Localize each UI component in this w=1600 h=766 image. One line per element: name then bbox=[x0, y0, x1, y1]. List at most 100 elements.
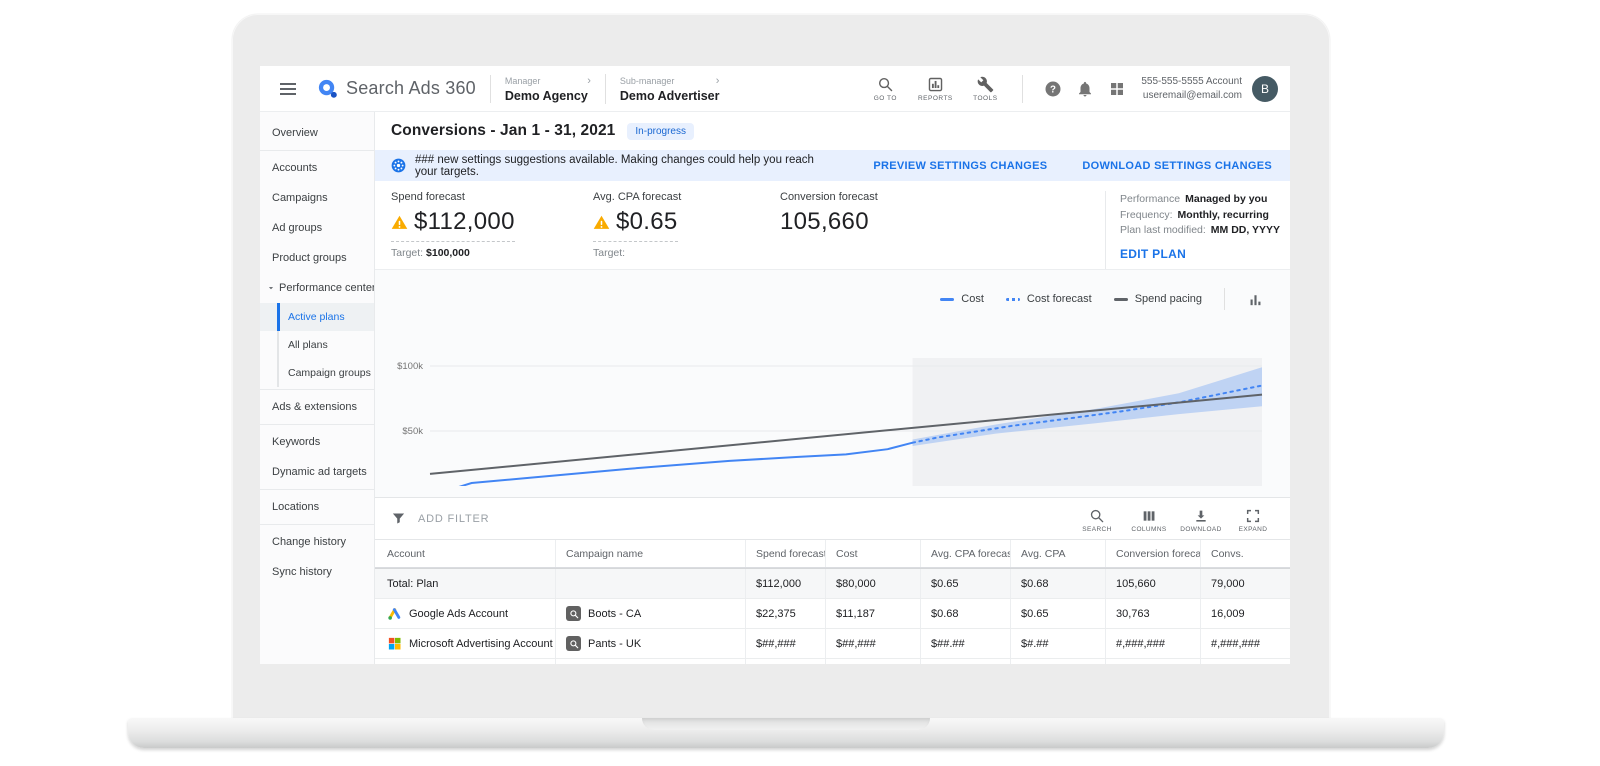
column-header-avg-cpa-forecast[interactable]: Avg. CPA forecast bbox=[920, 540, 1010, 567]
column-header-campaign-name[interactable]: Campaign name bbox=[555, 540, 745, 567]
sidebar-item-label: All plans bbox=[288, 339, 328, 351]
sidebar-item-label: Ad groups bbox=[272, 222, 322, 234]
help-button[interactable]: ? bbox=[1037, 73, 1069, 105]
sidebar-item-change-history[interactable]: Change history bbox=[260, 527, 374, 557]
table-tool-search[interactable]: SEARCH bbox=[1074, 504, 1120, 533]
column-header-avg-cpa[interactable]: Avg. CPA bbox=[1010, 540, 1105, 567]
sidebar-item-dynamic-ad-targets[interactable]: Dynamic ad targets bbox=[260, 457, 374, 487]
account-email: useremail@email.com bbox=[1141, 89, 1242, 103]
sidebar-item-sync-history[interactable]: Sync history bbox=[260, 557, 374, 587]
sidebar-item-all-plans[interactable]: All plans bbox=[260, 331, 374, 359]
preview-settings-changes-link[interactable]: PREVIEW SETTINGS CHANGES bbox=[873, 160, 1047, 172]
sidebar-divider bbox=[260, 489, 374, 490]
notifications-button[interactable] bbox=[1069, 73, 1101, 105]
app-title: Search Ads 360 bbox=[346, 78, 476, 99]
breadcrumb-sub-manager[interactable]: Sub-manager› Demo Advertiser bbox=[620, 75, 720, 103]
column-header-spend-forecast[interactable]: Spend forecast bbox=[745, 540, 825, 567]
campaign-cell[interactable] bbox=[555, 569, 745, 598]
sidebar-item-overview[interactable]: Overview bbox=[260, 118, 374, 148]
legend-item-cost[interactable]: Cost bbox=[940, 293, 984, 305]
sidebar-item-label: Campaign groups bbox=[288, 367, 371, 379]
download-settings-changes-link[interactable]: DOWNLOAD SETTINGS CHANGES bbox=[1082, 160, 1272, 172]
apps-grid-button[interactable] bbox=[1101, 73, 1133, 105]
metric-avg-cpa-forecast: Avg. CPA forecast$0.65Target: bbox=[593, 191, 780, 269]
sidebar-item-ads-extensions[interactable]: Ads & extensions bbox=[260, 392, 374, 422]
expand-icon bbox=[1245, 508, 1261, 524]
legend-item-spend-pacing[interactable]: Spend pacing bbox=[1114, 293, 1202, 305]
sidebar-item-accounts[interactable]: Accounts bbox=[260, 153, 374, 183]
sidebar-item-locations[interactable]: Locations bbox=[260, 492, 374, 522]
legend-item-cost-forecast[interactable]: Cost forecast bbox=[1006, 293, 1092, 305]
divider bbox=[490, 75, 491, 103]
value-cell: $##,### bbox=[745, 629, 825, 658]
value-cell: 30,763 bbox=[1105, 599, 1200, 628]
table-row: Google Ads AccountBoots - CA$22,375$11,1… bbox=[375, 599, 1290, 629]
table-tools: SEARCHCOLUMNSDOWNLOADEXPAND bbox=[1074, 504, 1276, 533]
table-tool-columns[interactable]: COLUMNS bbox=[1126, 504, 1172, 533]
avatar[interactable]: B bbox=[1252, 76, 1278, 102]
edit-plan-link[interactable]: EDIT PLAN bbox=[1120, 247, 1186, 261]
campaign-cell[interactable]: Boots - CA bbox=[555, 599, 745, 628]
laptop-base-notch bbox=[642, 718, 930, 730]
sidebar-item-active-plans[interactable]: Active plans bbox=[260, 303, 374, 331]
chart-legend: Cost Cost forecast Spend pacing bbox=[940, 288, 1264, 310]
value-cell: 79,000 bbox=[1200, 569, 1290, 598]
value-cell: $80,000 bbox=[825, 569, 920, 598]
metric-label: Conversion forecast bbox=[780, 191, 1105, 203]
value-cell: $##.## bbox=[920, 629, 1010, 658]
plan-info-label: Frequency: bbox=[1120, 209, 1173, 221]
main-content: Conversions - Jan 1 - 31, 2021 In-progre… bbox=[375, 112, 1290, 664]
value-cell: $0.68 bbox=[1010, 569, 1105, 598]
account-cell[interactable]: Total: Plan bbox=[375, 569, 555, 598]
chart-type-button[interactable] bbox=[1247, 291, 1264, 308]
column-header-conversion-forecast[interactable]: Conversion forecast bbox=[1105, 540, 1200, 567]
column-header-cost[interactable]: Cost bbox=[825, 540, 920, 567]
table-tool-expand[interactable]: EXPAND bbox=[1230, 504, 1276, 533]
columns-icon bbox=[1141, 508, 1157, 524]
value-cell: 16,009 bbox=[1200, 599, 1290, 628]
value-cell: 105,660 bbox=[1105, 569, 1200, 598]
sidebar-item-campaign-groups[interactable]: Campaign groups bbox=[260, 359, 374, 387]
column-header-convs-[interactable]: Convs. bbox=[1200, 540, 1290, 567]
campaign-cell[interactable]: Boots - AU bbox=[555, 659, 745, 664]
header-nav-label: REPORTS bbox=[918, 95, 953, 102]
header-nav-go-to[interactable]: GO TO bbox=[862, 76, 908, 102]
metric-value-text: $112,000 bbox=[414, 208, 515, 236]
account-info: 555-555-5555 Account useremail@email.com bbox=[1141, 75, 1242, 102]
sidebar-item-product-groups[interactable]: Product groups bbox=[260, 243, 374, 273]
metric-value-text: $0.65 bbox=[616, 208, 678, 236]
sidebar-divider bbox=[260, 524, 374, 525]
metric-label: Spend forecast bbox=[391, 191, 593, 203]
account-cell[interactable]: Microsoft Advertising Account bbox=[375, 629, 555, 658]
header-nav: GO TO REPORTS TOOLS bbox=[862, 76, 1008, 102]
sidebar-item-label: Overview bbox=[272, 127, 318, 139]
add-filter-button[interactable]: ADD FILTER bbox=[391, 511, 489, 526]
sidebar-divider bbox=[260, 150, 374, 151]
sidebar-item-keywords[interactable]: Keywords bbox=[260, 427, 374, 457]
header-nav-reports[interactable]: REPORTS bbox=[912, 76, 958, 102]
header-nav-label: TOOLS bbox=[973, 95, 997, 102]
warning-icon bbox=[391, 214, 408, 231]
sidebar-item-label: Dynamic ad targets bbox=[272, 466, 367, 478]
sidebar-item-label: Locations bbox=[272, 501, 319, 513]
value-cell: $0.65 bbox=[1010, 599, 1105, 628]
breadcrumb-manager[interactable]: Manager› Demo Agency bbox=[505, 75, 591, 103]
app-logo[interactable]: Search Ads 360 bbox=[316, 77, 476, 100]
legend-swatch bbox=[1114, 298, 1128, 301]
chevron-right-icon: › bbox=[587, 75, 591, 87]
table-tool-download[interactable]: DOWNLOAD bbox=[1178, 504, 1224, 533]
plan-info-label: Plan last modified: bbox=[1120, 224, 1206, 236]
sidebar-item-ad-groups[interactable]: Ad groups bbox=[260, 213, 374, 243]
account-cell[interactable]: Y!Yahoo! Japan Account bbox=[375, 659, 555, 664]
column-header-account[interactable]: Account bbox=[375, 540, 555, 567]
sidebar-item-performance-center[interactable]: Performance center bbox=[260, 273, 374, 303]
legend-swatch bbox=[1006, 298, 1020, 301]
account-cell[interactable]: Google Ads Account bbox=[375, 599, 555, 628]
hamburger-menu-button[interactable] bbox=[278, 74, 308, 104]
sidebar-item-campaigns[interactable]: Campaigns bbox=[260, 183, 374, 213]
forecast-chart: $100k$50k0Oct 1TodayOct 30 bbox=[375, 316, 1290, 486]
sidebar-item-label: Ads & extensions bbox=[272, 401, 357, 413]
campaign-cell[interactable]: Pants - UK bbox=[555, 629, 745, 658]
header-nav-tools[interactable]: TOOLS bbox=[962, 76, 1008, 102]
metric-target: Target: $100,000 bbox=[391, 247, 593, 259]
